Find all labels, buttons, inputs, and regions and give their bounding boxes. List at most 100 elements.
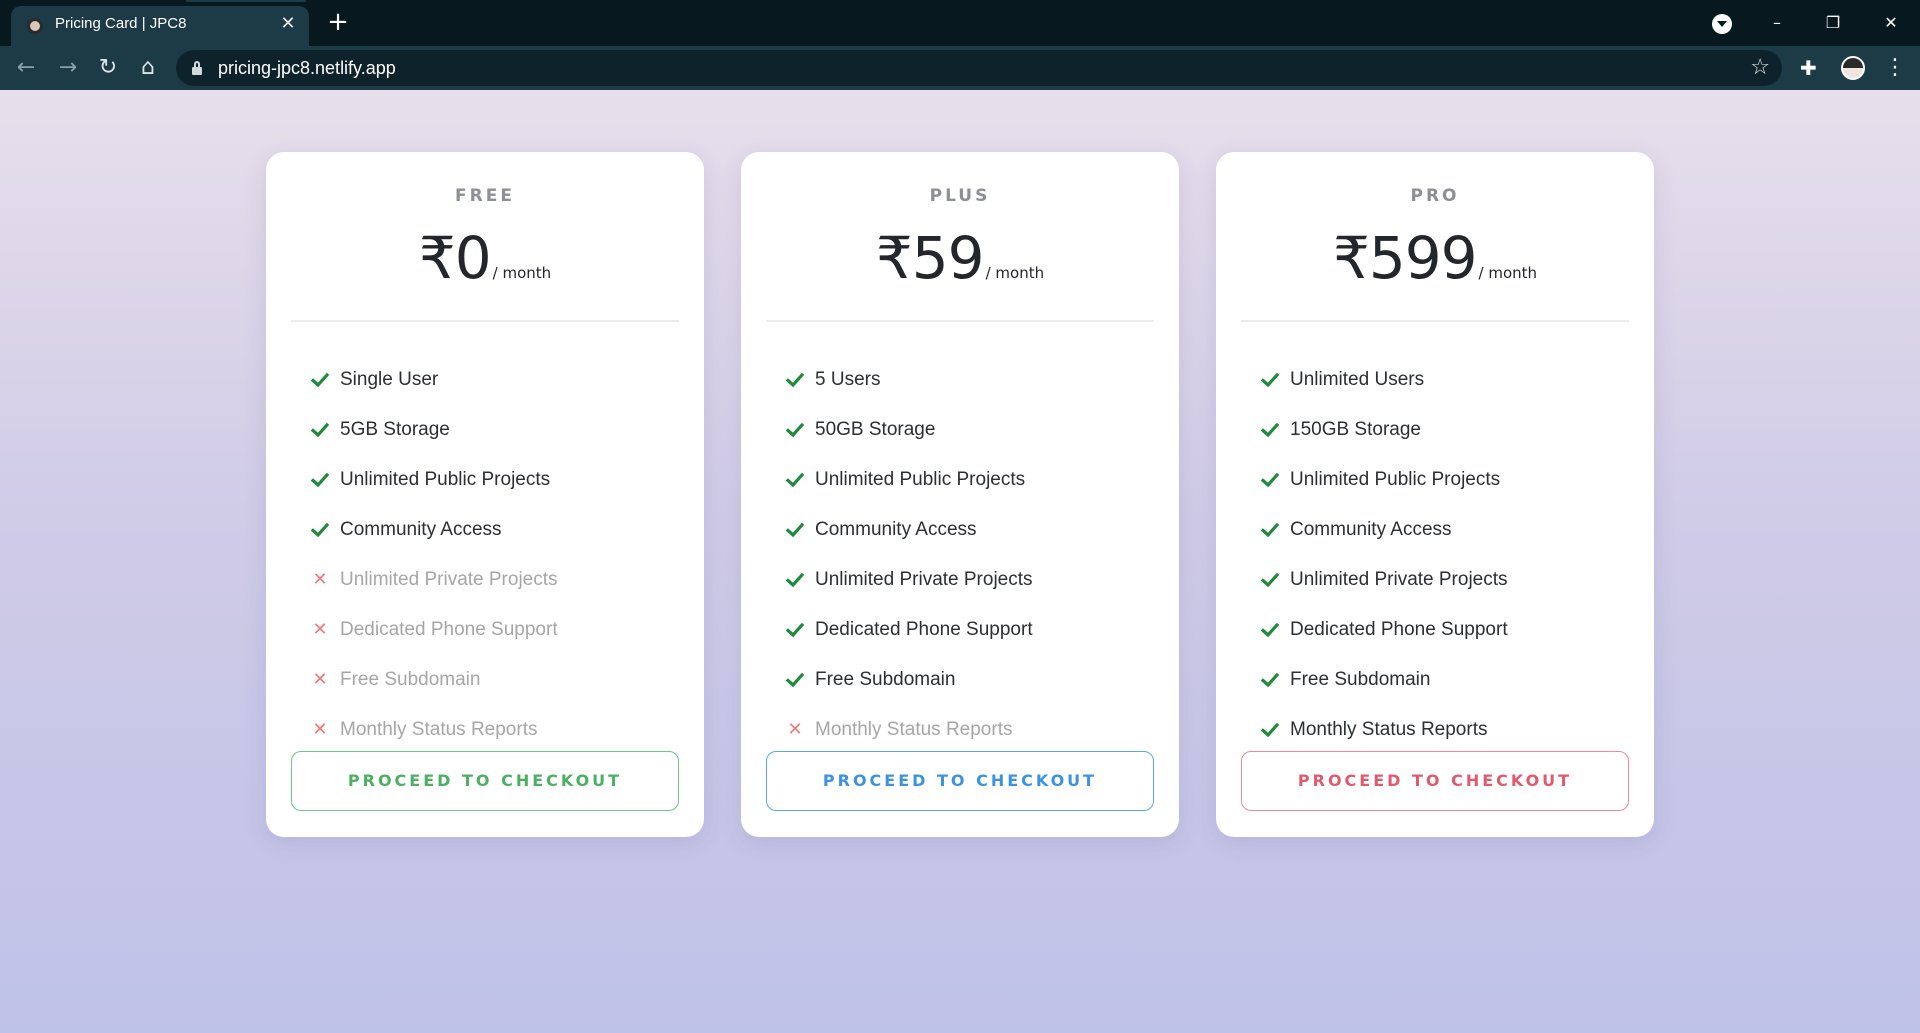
- feature-label: Monthly Status Reports: [340, 719, 538, 740]
- pricing-card-free: FREE ₹0/ month Single User 5GB Storage Unl…: [266, 152, 704, 837]
- feature-label: Community Access: [340, 519, 502, 540]
- feature-label: Free Subdomain: [340, 669, 481, 690]
- tab-strip-accent: [186, 0, 306, 2]
- cross-icon: ✕: [312, 569, 328, 590]
- feature-item: ✕ Free Subdomain: [310, 655, 558, 705]
- feature-label: Free Subdomain: [1290, 669, 1431, 690]
- cross-icon: ✕: [312, 669, 328, 690]
- divider: [766, 320, 1154, 322]
- checkout-button-plus[interactable]: PROCEED TO CHECKOUT: [766, 751, 1154, 811]
- back-icon[interactable]: ←: [12, 54, 40, 82]
- feature-label: 50GB Storage: [815, 419, 936, 440]
- check-icon: [1260, 421, 1280, 439]
- feature-label: 5GB Storage: [340, 419, 450, 440]
- feature-item: ✕ Monthly Status Reports: [310, 705, 558, 755]
- feature-label: Dedicated Phone Support: [1290, 619, 1508, 640]
- check-icon: [1260, 621, 1280, 639]
- feature-list: Single User 5GB Storage Unlimited Public P…: [310, 355, 558, 755]
- check-icon: [785, 671, 805, 689]
- new-tab-icon[interactable]: +: [324, 9, 352, 37]
- browser-tab[interactable]: Pricing Card | JPC8 ✕: [11, 6, 309, 46]
- feature-label: Dedicated Phone Support: [340, 619, 558, 640]
- tab-title: Pricing Card | JPC8: [55, 15, 187, 32]
- price-amount: ₹59: [875, 224, 985, 292]
- reload-icon[interactable]: ↻: [94, 54, 122, 82]
- plan-name: PRO: [1410, 186, 1460, 206]
- price-period: / month: [1478, 264, 1538, 282]
- feature-label: Unlimited Public Projects: [1290, 469, 1501, 490]
- pricing-card-plus: PLUS ₹59/ month 5 Users 50GB Storage Unlim…: [741, 152, 1179, 837]
- price-period: / month: [985, 264, 1045, 282]
- page-background: FREE ₹0/ month Single User 5GB Storage Unl…: [0, 90, 1920, 1033]
- feature-item: Community Access: [310, 505, 558, 555]
- plan-price: ₹599/ month: [1216, 224, 1654, 292]
- url-text[interactable]: pricing-jpc8.netlify.app: [218, 58, 396, 79]
- feature-label: Community Access: [815, 519, 977, 540]
- pricing-card-pro: PRO ₹599/ month Unlimited Users 150GB Sto…: [1216, 152, 1654, 837]
- feature-item: Monthly Status Reports: [1260, 705, 1508, 755]
- feature-item: Dedicated Phone Support: [785, 605, 1033, 655]
- feature-item: 150GB Storage: [1260, 405, 1508, 455]
- feature-label: Unlimited Private Projects: [340, 569, 558, 590]
- close-icon[interactable]: ✕: [277, 13, 299, 35]
- window-close-icon[interactable]: ✕: [1878, 10, 1904, 36]
- feature-list: Unlimited Users 150GB Storage Unlimited Pu…: [1260, 355, 1508, 755]
- home-icon[interactable]: ⌂: [134, 54, 162, 82]
- cross-icon: ✕: [312, 719, 328, 740]
- puzzle-icon[interactable]: ✚: [1800, 56, 1817, 80]
- check-icon: [310, 371, 330, 389]
- feature-label: Unlimited Public Projects: [340, 469, 551, 490]
- cross-icon: ✕: [312, 619, 328, 640]
- forward-icon[interactable]: →: [54, 54, 82, 82]
- check-icon: [1260, 521, 1280, 539]
- check-icon: [785, 521, 805, 539]
- price-amount: ₹0: [418, 224, 492, 292]
- plan-price: ₹0/ month: [266, 224, 704, 292]
- divider: [1241, 320, 1629, 322]
- feature-item: Unlimited Private Projects: [1260, 555, 1508, 605]
- feature-item: Unlimited Public Projects: [1260, 455, 1508, 505]
- plan-name: PLUS: [929, 186, 991, 206]
- feature-label: Unlimited Users: [1290, 369, 1425, 390]
- feature-item: 5 Users: [785, 355, 1033, 405]
- feature-item: ✕ Monthly Status Reports: [785, 705, 1033, 755]
- check-icon: [785, 571, 805, 589]
- feature-label: 5 Users: [815, 369, 881, 390]
- feature-item: 5GB Storage: [310, 405, 558, 455]
- avatar[interactable]: [1841, 56, 1865, 80]
- checkout-button-free[interactable]: PROCEED TO CHECKOUT: [291, 751, 679, 811]
- lock-icon[interactable]: [192, 61, 202, 75]
- checkout-button-pro[interactable]: PROCEED TO CHECKOUT: [1241, 751, 1629, 811]
- kebab-menu-icon[interactable]: ⋮: [1884, 56, 1906, 80]
- address-bar[interactable]: pricing-jpc8.netlify.app ☆: [176, 50, 1782, 86]
- feature-item: Free Subdomain: [1260, 655, 1508, 705]
- plan-name: FREE: [455, 186, 515, 206]
- check-icon: [1260, 721, 1280, 739]
- feature-label: Unlimited Public Projects: [815, 469, 1026, 490]
- star-icon[interactable]: ☆: [1750, 54, 1770, 82]
- feature-list: 5 Users 50GB Storage Unlimited Public Proj…: [785, 355, 1033, 755]
- feature-item: 50GB Storage: [785, 405, 1033, 455]
- check-icon: [310, 521, 330, 539]
- check-icon: [310, 421, 330, 439]
- feature-item: Community Access: [1260, 505, 1508, 555]
- feature-label: Unlimited Private Projects: [815, 569, 1033, 590]
- feature-item: Unlimited Users: [1260, 355, 1508, 405]
- check-icon: [1260, 371, 1280, 389]
- feature-item: Free Subdomain: [785, 655, 1033, 705]
- feature-item: ✕ Unlimited Private Projects: [310, 555, 558, 605]
- check-icon: [1260, 671, 1280, 689]
- restore-icon[interactable]: ❐: [1820, 10, 1846, 36]
- feature-label: Monthly Status Reports: [1290, 719, 1488, 740]
- tab-search-icon[interactable]: [1712, 14, 1732, 34]
- browser-titlebar: Pricing Card | JPC8 ✕ + – ❐ ✕: [0, 0, 1920, 46]
- feature-label: Unlimited Private Projects: [1290, 569, 1508, 590]
- feature-label: Single User: [340, 369, 439, 390]
- minimize-icon[interactable]: –: [1764, 10, 1790, 36]
- feature-item: Unlimited Public Projects: [310, 455, 558, 505]
- cross-icon: ✕: [787, 719, 803, 740]
- check-icon: [1260, 471, 1280, 489]
- check-icon: [310, 471, 330, 489]
- divider: [291, 320, 679, 322]
- check-icon: [785, 421, 805, 439]
